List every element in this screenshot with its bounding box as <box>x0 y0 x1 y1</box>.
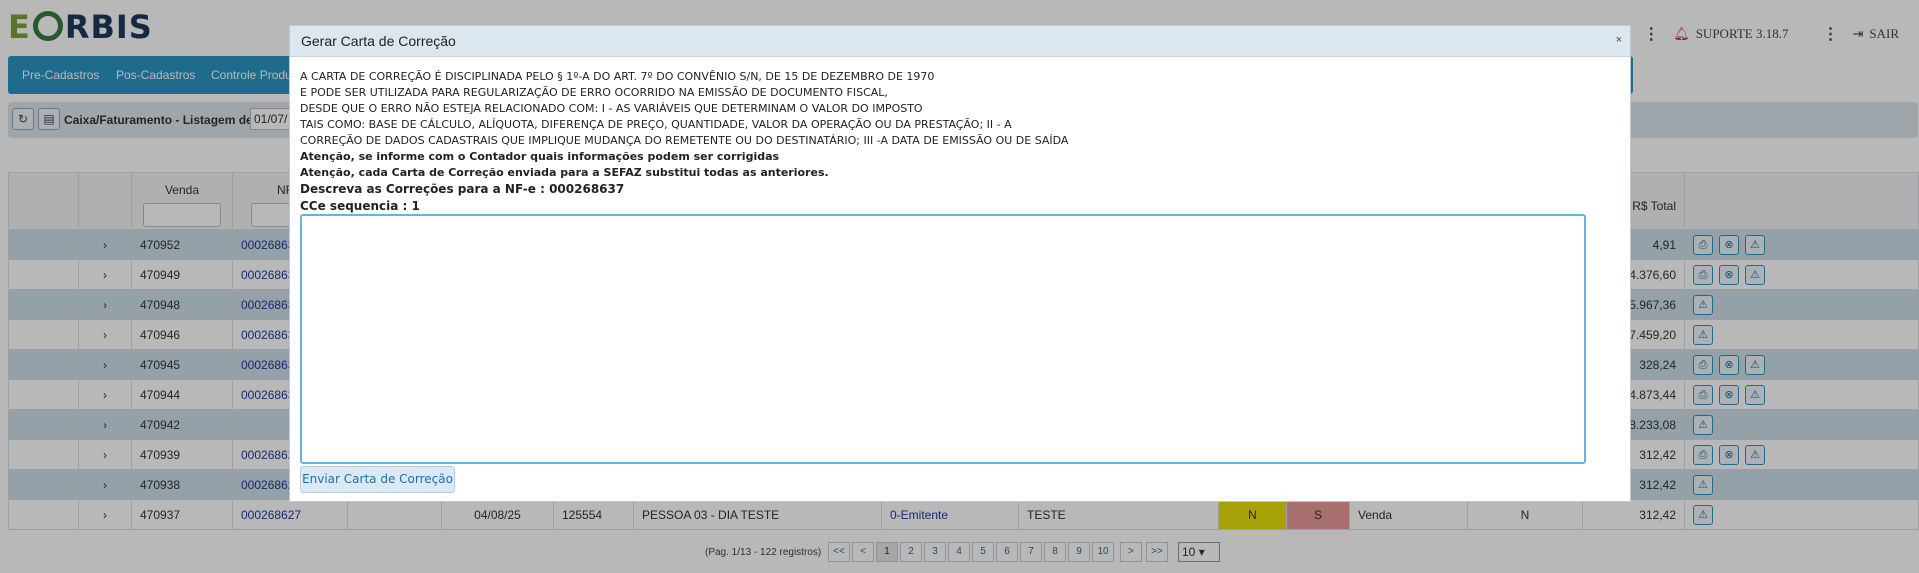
send-correction-button[interactable]: Enviar Carta de Correção <box>300 466 455 493</box>
cce-sequence-label: CCe sequencia : 1 <box>300 199 420 213</box>
warning-replaces: Atenção, cada Carta de Correção enviada … <box>300 166 829 179</box>
legal-text-line: TAIS COMO: BASE DE CÁLCULO, ALÍQUOTA, DI… <box>300 118 1012 131</box>
modal-body: A CARTA DE CORREÇÃO É DISCIPLINADA PELO … <box>300 69 1620 215</box>
correction-letter-modal: Gerar Carta de Correção × A CARTA DE COR… <box>289 25 1631 502</box>
legal-text-line: E PODE SER UTILIZADA PARA REGULARIZAÇÃO … <box>300 86 888 99</box>
close-icon[interactable]: × <box>1616 34 1622 46</box>
legal-text-line: A CARTA DE CORREÇÃO É DISCIPLINADA PELO … <box>300 70 935 83</box>
warning-accountant: Atenção, se informe com o Contador quais… <box>300 150 780 163</box>
modal-title: Gerar Carta de Correção <box>301 33 456 49</box>
corrections-textarea[interactable] <box>300 214 1586 464</box>
legal-text-line: CORREÇÃO DE DADOS CADASTRAIS QUE IMPLIQU… <box>300 134 1069 147</box>
legal-text-line: DESDE QUE O ERRO NÃO ESTEJA RELACIONADO … <box>300 102 923 115</box>
describe-corrections-label: Descreva as Correções para a NF-e : 0002… <box>300 182 625 196</box>
modal-header: Gerar Carta de Correção × <box>290 26 1630 57</box>
